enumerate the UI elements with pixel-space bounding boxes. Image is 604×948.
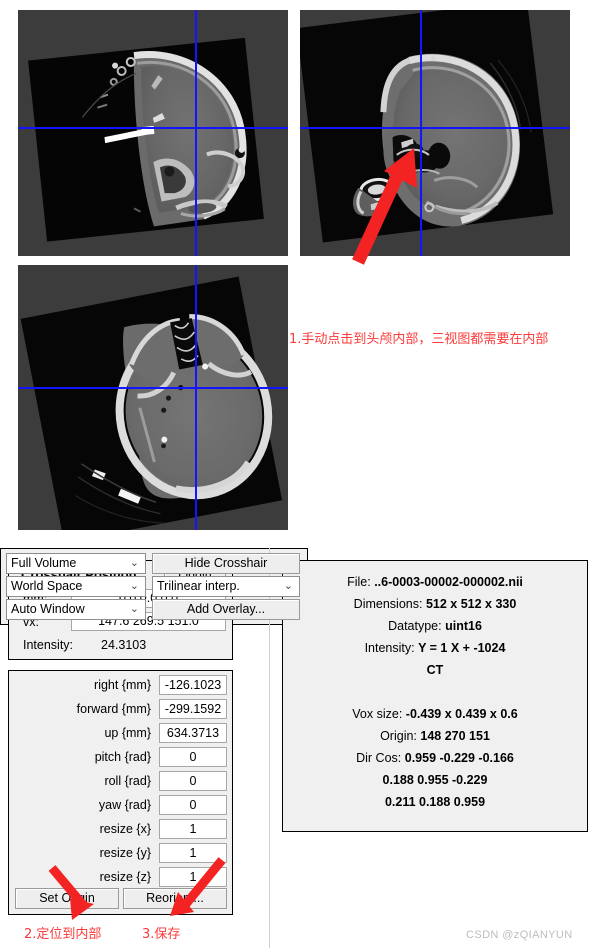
volume-info-panel: File: ..6-0003-00002-000002.nii Dimension…	[282, 560, 588, 832]
annotation-step1: 1.手动点击到头颅内部，三视图都需要在内部	[289, 332, 549, 347]
axial-view-panel[interactable]	[18, 265, 288, 530]
transform-row: pitch {rad} 0	[9, 747, 232, 771]
transform-label: yaw {rad}	[98, 798, 151, 812]
coronal-ct-image[interactable]	[18, 10, 288, 256]
add-overlay-button[interactable]: Add Overlay...	[152, 599, 300, 620]
info-key: Datatype:	[388, 619, 442, 633]
info-line: Dimensions: 512 x 512 x 330	[283, 593, 587, 615]
info-line: Datatype: uint16	[283, 615, 587, 637]
volume-select-value: Full Volume	[11, 556, 77, 570]
info-value: 148 270 151	[420, 729, 490, 743]
info-key: Vox size:	[352, 707, 403, 721]
window-select[interactable]: Auto Window ⌄	[6, 599, 146, 620]
transform-label: resize {x}	[99, 822, 151, 836]
display-options-panel: Full Volume ⌄ World Space ⌄ Auto Window …	[0, 548, 308, 625]
window-select-value: Auto Window	[11, 602, 85, 616]
info-key: Dir Cos:	[356, 751, 402, 765]
transform-field[interactable]: 1	[159, 843, 227, 863]
info-line: Origin: 148 270 151	[283, 725, 587, 747]
info-line: 0.188 0.955 -0.229	[283, 769, 587, 791]
info-line: Dir Cos: 0.959 -0.229 -0.166	[283, 747, 587, 769]
info-line: Vox size: -0.439 x 0.439 x 0.6	[283, 703, 587, 725]
transform-field[interactable]: -299.1592	[159, 699, 227, 719]
transform-panel: right {mm} -126.1023 forward {mm} -299.1592…	[8, 670, 233, 915]
info-line: CT	[283, 659, 587, 681]
reorient-button[interactable]: Reorient...	[123, 888, 227, 909]
info-value: ..6-0003-00002-000002.nii	[374, 575, 523, 589]
annotation-step2: 2.定位到内部	[24, 927, 102, 942]
info-value: uint16	[445, 619, 482, 633]
intensity-value: 24.3103	[101, 638, 147, 652]
transform-field[interactable]: 0	[159, 771, 227, 791]
info-value: 0.959 -0.229 -0.166	[404, 751, 514, 765]
chevron-down-icon: ⌄	[129, 557, 139, 569]
transform-label: right {mm}	[94, 678, 151, 692]
chevron-down-icon: ⌄	[129, 580, 139, 592]
transform-row: resize {y} 1	[9, 843, 232, 867]
space-select[interactable]: World Space ⌄	[6, 576, 146, 597]
transform-field[interactable]: 0	[159, 795, 227, 815]
transform-label: resize {y}	[99, 846, 151, 860]
transform-row: up {mm} 634.3713	[9, 723, 232, 747]
transform-label: up {mm}	[104, 726, 151, 740]
transform-row: resize {x} 1	[9, 819, 232, 843]
space-select-value: World Space	[11, 579, 83, 593]
intensity-label: Intensity:	[23, 638, 74, 652]
info-value: 512 x 512 x 330	[425, 597, 517, 611]
transform-label: resize {z}	[99, 870, 151, 884]
info-key: File:	[347, 575, 371, 589]
transform-row: forward {mm} -299.1592	[9, 699, 232, 723]
info-line: 0.211 0.188 0.959	[283, 791, 587, 813]
interpolation-select-value: Trilinear interp.	[157, 579, 240, 593]
transform-row: yaw {rad} 0	[9, 795, 232, 819]
sagittal-view-panel[interactable]	[300, 10, 570, 256]
transform-field[interactable]: 0	[159, 747, 227, 767]
chevron-down-icon: ⌄	[283, 580, 293, 592]
transform-row: roll {rad} 0	[9, 771, 232, 795]
info-value: 0.188 0.955 -0.229	[382, 773, 488, 787]
info-line: File: ..6-0003-00002-000002.nii	[283, 571, 587, 593]
interpolation-select[interactable]: Trilinear interp. ⌄	[152, 576, 300, 597]
info-key: Origin:	[380, 729, 417, 743]
info-value: -0.439 x 0.439 x 0.6	[405, 707, 518, 721]
volume-select[interactable]: Full Volume ⌄	[6, 553, 146, 574]
annotation-step3: 3.保存	[142, 927, 181, 942]
info-value: 0.211 0.188 0.959	[384, 795, 486, 809]
controls-root: Crosshair Position Origin mm: 0.0 0.0 0.…	[0, 548, 604, 948]
chevron-down-icon: ⌄	[129, 603, 139, 615]
sagittal-ct-image[interactable]	[300, 10, 570, 256]
transform-field[interactable]: 1	[159, 819, 227, 839]
transform-label: roll {rad}	[104, 774, 151, 788]
transform-label: forward {mm}	[76, 702, 151, 716]
transform-field[interactable]: 1	[159, 867, 227, 887]
transform-row: right {mm} -126.1023	[9, 675, 232, 699]
coronal-view-panel[interactable]	[18, 10, 288, 256]
ct-viewer-area: 1.手动点击到头颅内部，三视图都需要在内部	[0, 0, 604, 545]
info-line: Intensity: Y = 1 X + -1024	[283, 637, 587, 659]
hide-crosshair-button[interactable]: Hide Crosshair	[152, 553, 300, 574]
set-origin-button[interactable]: Set Origin	[15, 888, 119, 909]
volume-info-lines: File: ..6-0003-00002-000002.nii Dimension…	[283, 561, 587, 813]
transform-field[interactable]: -126.1023	[159, 675, 227, 695]
watermark: CSDN @zQIANYUN	[466, 929, 573, 941]
info-value: CT	[426, 663, 444, 677]
transform-field[interactable]: 634.3713	[159, 723, 227, 743]
info-line	[283, 681, 587, 703]
axial-ct-image[interactable]	[18, 265, 288, 530]
transform-label: pitch {rad}	[94, 750, 151, 764]
info-key: Dimensions:	[353, 597, 423, 611]
info-key: Intensity:	[364, 641, 415, 655]
info-value: Y = 1 X + -1024	[418, 641, 506, 655]
